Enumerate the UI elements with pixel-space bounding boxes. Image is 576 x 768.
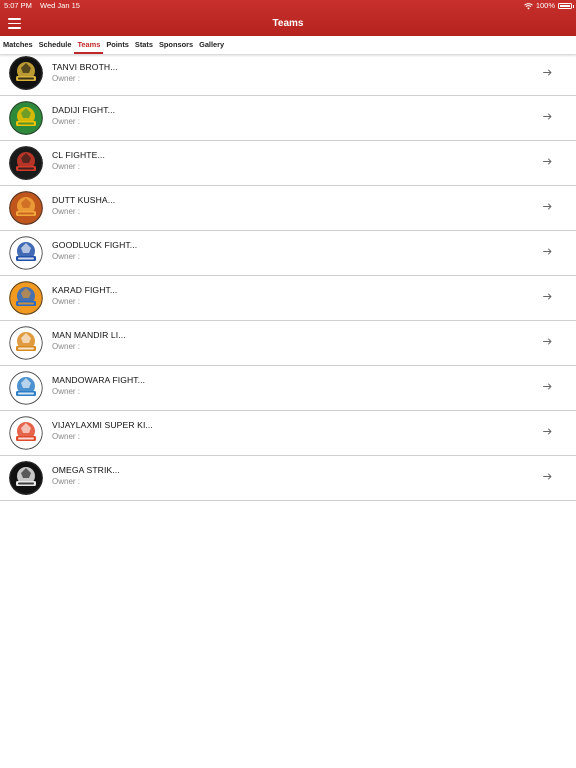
tab-points[interactable]: Points xyxy=(103,36,132,54)
team-name: MANDOWARA FIGHT... xyxy=(52,375,146,385)
team-row[interactable]: MAN MANDIR LI... Owner : xyxy=(0,321,576,366)
team-name: MAN MANDIR LI... xyxy=(52,330,126,340)
tanvi-brothers-logo xyxy=(9,56,43,90)
tab-matches[interactable]: Matches xyxy=(0,36,36,54)
team-name: KARAD FIGHT... xyxy=(52,285,118,295)
team-owner: Owner : xyxy=(52,74,81,83)
team-owner: Owner : xyxy=(52,387,81,396)
status-right: 100% xyxy=(523,0,574,12)
team-row[interactable]: MANDOWARA FIGHT... Owner : xyxy=(0,366,576,411)
team-name: DUTT KUSHA... xyxy=(52,195,116,205)
arrow-right-icon[interactable] xyxy=(543,383,552,390)
team-owner: Owner : xyxy=(52,252,81,261)
dutt-kushal-logo xyxy=(9,191,43,225)
team-row[interactable]: CL FIGHTE... Owner : xyxy=(0,141,576,186)
team-row[interactable]: KARAD FIGHT... Owner : xyxy=(0,276,576,321)
team-name: GOODLUCK FIGHT... xyxy=(52,240,138,250)
team-row[interactable]: DADIJI FIGHT... Owner : xyxy=(0,96,576,141)
team-owner: Owner : xyxy=(52,342,81,351)
team-owner: Owner : xyxy=(52,162,81,171)
status-date: Wed Jan 15 xyxy=(40,1,80,10)
arrow-right-icon[interactable] xyxy=(543,113,552,120)
wifi-icon xyxy=(523,2,533,9)
team-row[interactable]: TANVI BROTH... Owner : xyxy=(0,55,576,96)
status-bar: 5:07 PM Wed Jan 15 100% xyxy=(0,0,576,12)
tab-teams[interactable]: Teams xyxy=(74,36,104,54)
mandowara-fighters-logo xyxy=(9,371,43,405)
tab-sponsors[interactable]: Sponsors xyxy=(156,36,196,54)
team-name: DADIJI FIGHT... xyxy=(52,105,116,115)
page-title: Teams xyxy=(272,18,304,29)
arrow-right-icon[interactable] xyxy=(543,293,552,300)
tab-schedule[interactable]: Schedule xyxy=(36,36,75,54)
man-mandir-logo xyxy=(9,326,43,360)
tab-gallery[interactable]: Gallery xyxy=(196,36,227,54)
team-row[interactable]: GOODLUCK FIGHT... Owner : xyxy=(0,231,576,276)
arrow-right-icon[interactable] xyxy=(543,428,552,435)
team-owner: Owner : xyxy=(52,117,81,126)
team-row[interactable]: VIJAYLAXMI SUPER KI... Owner : xyxy=(0,411,576,456)
dadiji-fighters-logo xyxy=(9,101,43,135)
team-owner: Owner : xyxy=(52,432,81,441)
tab-stats[interactable]: Stats xyxy=(132,36,156,54)
arrow-right-icon[interactable] xyxy=(543,338,552,345)
team-owner: Owner : xyxy=(52,297,81,306)
cl-fighters-logo xyxy=(9,146,43,180)
karad-fighters-logo xyxy=(9,281,43,315)
team-owner: Owner : xyxy=(52,477,81,486)
goodluck-fighters-logo xyxy=(9,236,43,270)
battery-icon xyxy=(558,3,574,9)
team-name: VIJAYLAXMI SUPER KI... xyxy=(52,420,153,430)
team-row[interactable]: OMEGA STRIK... Owner : xyxy=(0,456,576,501)
team-owner: Owner : xyxy=(52,207,81,216)
team-name: OMEGA STRIK... xyxy=(52,465,120,475)
team-list: TANVI BROTH... Owner : DADIJI FIGHT... Owne… xyxy=(0,55,576,501)
arrow-right-icon[interactable] xyxy=(543,158,552,165)
tab-bar: Matches Schedule Teams Points Stats Sponsors G… xyxy=(0,36,576,55)
vijaylaxmi-super-kings-logo xyxy=(9,416,43,450)
arrow-right-icon[interactable] xyxy=(543,69,552,76)
team-row[interactable]: DUTT KUSHA... Owner : xyxy=(0,186,576,231)
battery-percent: 100% xyxy=(535,1,555,10)
app-header: 5:07 PM Wed Jan 15 100% Teams xyxy=(0,0,576,36)
status-time: 5:07 PM xyxy=(4,1,32,10)
status-left: 5:07 PM Wed Jan 15 xyxy=(4,0,86,12)
arrow-right-icon[interactable] xyxy=(543,473,552,480)
arrow-right-icon[interactable] xyxy=(543,203,552,210)
arrow-right-icon[interactable] xyxy=(543,248,552,255)
team-name: TANVI BROTH... xyxy=(52,62,118,72)
omega-strikers-logo xyxy=(9,461,43,495)
team-name: CL FIGHTE... xyxy=(52,150,105,160)
